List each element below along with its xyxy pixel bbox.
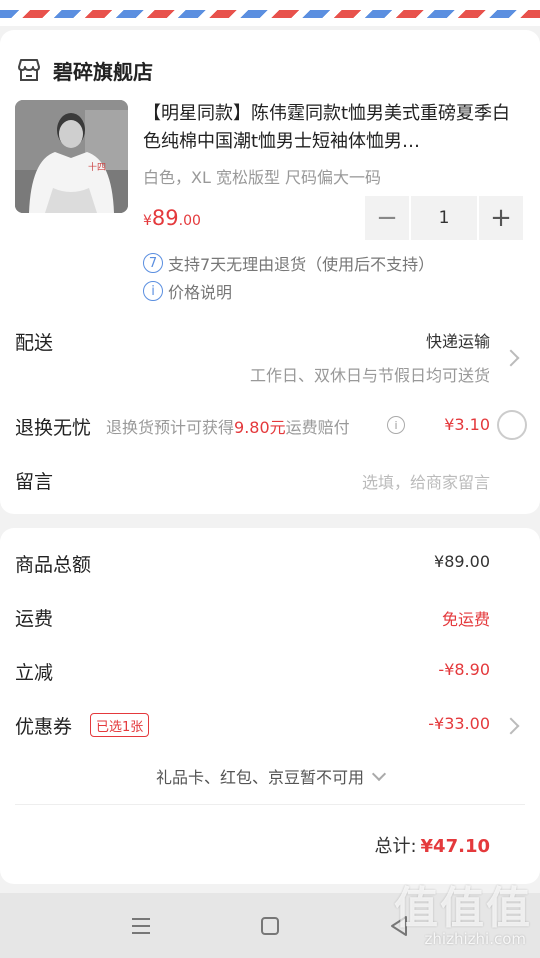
return-worry-label: 退换无忧 xyxy=(15,417,92,439)
increase-button[interactable]: + xyxy=(479,196,523,240)
return-policy-tip[interactable]: 7 支持7天无理由退货（使用后不支持） xyxy=(143,251,434,275)
delivery-method[interactable]: 快递运输 xyxy=(426,328,490,352)
info-icon: i xyxy=(143,281,163,301)
shop-name: 碧碎旗舰店 xyxy=(53,59,153,84)
divider xyxy=(15,804,525,805)
return-worry-radio[interactable] xyxy=(497,410,527,440)
shipping-label: 运费 xyxy=(15,608,54,630)
total-label: 总计: xyxy=(374,836,417,857)
return-worry-price: ¥3.10 xyxy=(444,415,490,434)
discount-label: 立减 xyxy=(15,662,54,684)
note-input[interactable]: 选填，给商家留言 xyxy=(362,469,490,493)
chevron-right-icon[interactable] xyxy=(502,717,520,735)
product-title[interactable]: 【明星同款】陈伟霆同款t恤男美式重磅夏季白色纯棉中国潮t恤男士短袖体恤男… xyxy=(143,100,523,156)
chevron-right-icon[interactable] xyxy=(502,349,520,367)
order-total: 总计: ¥47.10 xyxy=(374,832,490,858)
product-image[interactable]: 十四 xyxy=(15,100,128,213)
product-price: ¥89.00 xyxy=(143,206,201,230)
coupon-badge[interactable]: 已选1张 xyxy=(90,713,150,737)
total-value: ¥47.10 xyxy=(420,836,490,857)
summary-card: 商品总额 ¥89.00 运费 免运费 立减 -¥8.90 优惠券 已选1张 -¥… xyxy=(0,528,540,884)
airmail-border xyxy=(0,0,540,26)
unavailable-payments[interactable]: 礼品卡、红包、京豆暂不可用 xyxy=(0,764,540,788)
order-card: 碧碎旗舰店 十四 【明星同款】陈伟霆同款t恤男美式重磅夏季白色纯棉中国潮t恤男士… xyxy=(0,30,540,514)
price-note-tip[interactable]: i 价格说明 xyxy=(143,279,232,303)
note-label: 留言 xyxy=(15,471,54,493)
quantity-stepper: − 1 + xyxy=(365,196,523,240)
watermark: 值值值 zhizhizhi.com xyxy=(394,883,532,948)
home-icon[interactable] xyxy=(255,911,285,941)
price-note-text: 价格说明 xyxy=(168,283,233,302)
shop-header[interactable]: 碧碎旗舰店 xyxy=(15,52,153,88)
quantity-value[interactable]: 1 xyxy=(411,196,477,240)
chevron-down-icon xyxy=(371,766,387,782)
delivery-days[interactable]: 工作日、双休日与节假日均可送货 xyxy=(250,362,490,386)
delivery-label: 配送 xyxy=(15,332,54,354)
shirt-print: 十四 xyxy=(88,161,106,172)
store-icon xyxy=(18,59,40,81)
coupon-label: 优惠券 xyxy=(15,716,73,738)
goods-total-label: 商品总额 xyxy=(15,554,92,576)
return-worry-desc: 退换货预计可获得9.80元运费赔付 xyxy=(106,418,350,437)
seven-day-icon: 7 xyxy=(143,253,163,273)
coupon-value[interactable]: -¥33.00 xyxy=(428,714,490,733)
discount-value: -¥8.90 xyxy=(438,660,490,679)
menu-icon[interactable] xyxy=(126,911,156,941)
decrease-button[interactable]: − xyxy=(365,196,409,240)
shipping-value: 免运费 xyxy=(441,610,490,629)
goods-total-value: ¥89.00 xyxy=(434,552,490,571)
product-spec[interactable]: 白色，XL 宽松版型 尺码偏大一码 xyxy=(143,164,381,188)
info-circle-icon[interactable]: i xyxy=(387,416,405,434)
return-policy-text: 支持7天无理由退货（使用后不支持） xyxy=(168,255,435,274)
